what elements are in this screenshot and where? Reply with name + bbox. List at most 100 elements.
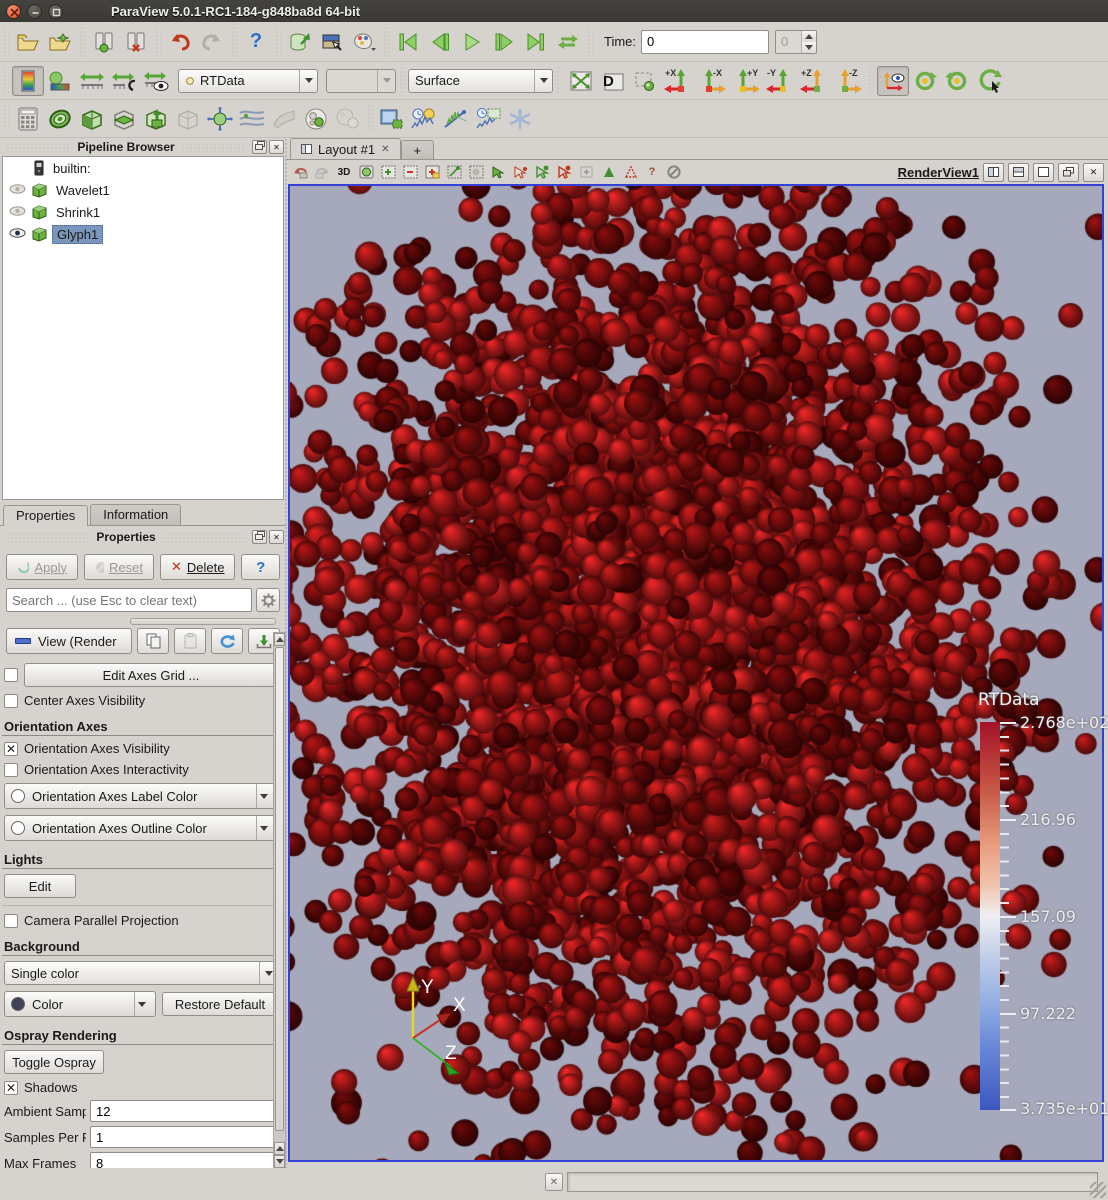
rescale-to-custom-range-button[interactable] [108, 66, 140, 96]
pipeline-item-shrink1[interactable]: Shrink1 [3, 201, 283, 223]
time-value-input[interactable] [641, 29, 770, 54]
select-cells-on-button[interactable] [378, 163, 398, 181]
paste-properties-button[interactable] [174, 628, 206, 654]
load-data-button[interactable] [284, 27, 316, 57]
reset-camera-closest-button[interactable]: D [597, 66, 629, 96]
hover-cells-tooltip-button[interactable] [620, 163, 640, 181]
first-frame-button[interactable] [392, 27, 424, 57]
glyph-filter-button[interactable] [204, 104, 236, 134]
clip-filter-button[interactable] [76, 104, 108, 134]
help-button[interactable]: ? [240, 27, 272, 57]
split-horizontal-button[interactable] [983, 162, 1004, 182]
undock-button[interactable] [252, 530, 268, 544]
warp-filter-button[interactable] [268, 104, 300, 134]
samples-per-pixel-input[interactable] [90, 1126, 278, 1148]
resize-grip[interactable] [1090, 1182, 1106, 1198]
search-input[interactable] [6, 588, 252, 612]
select-cells-through-button[interactable] [422, 163, 442, 181]
slice-filter-button[interactable] [108, 104, 140, 134]
view-plus-x-button[interactable]: +X [661, 66, 695, 96]
grow-selection-button[interactable] [576, 163, 596, 181]
pipeline-item-glyph1[interactable]: Glyph1 [3, 223, 283, 245]
select-block-button[interactable] [466, 163, 486, 181]
rescale-to-data-range-button[interactable] [76, 66, 108, 96]
selection-query-button[interactable]: ? [642, 163, 662, 181]
interactive-select-tooltip-button[interactable] [598, 163, 618, 181]
view-section-combo[interactable]: View (Render [6, 628, 132, 654]
rotate-camera-button[interactable] [973, 66, 1005, 96]
close-tab-icon[interactable]: ✕ [381, 144, 389, 155]
dock-grip[interactable] [6, 532, 91, 542]
render-viewport[interactable]: RTData 2.768e+02 216.96 157.09 97.222 3.… [288, 184, 1108, 1162]
new-layout-tab-button[interactable]: + [400, 140, 435, 159]
pipeline-item-label[interactable]: Wavelet1 [52, 182, 114, 199]
camera-redo-button[interactable] [312, 163, 332, 181]
pipeline-browser[interactable]: builtin: Wavelet1 Shrink1 Glyph1 [2, 156, 284, 500]
undock-button[interactable] [252, 140, 267, 154]
rescale-to-visible-range-button[interactable] [140, 66, 172, 96]
orientation-axes-label-color-button[interactable]: Orientation Axes Label Color [4, 783, 278, 809]
visibility-eye-icon[interactable] [9, 183, 27, 198]
dock-grip[interactable] [161, 532, 247, 542]
frame-spinbox[interactable] [775, 29, 818, 54]
pipeline-item-label[interactable]: Shrink1 [52, 204, 104, 221]
probe-location-button[interactable] [472, 104, 504, 134]
layout-tab[interactable]: Layout #1 ✕ [290, 138, 401, 159]
edit-color-map-button[interactable] [44, 66, 76, 96]
play-button[interactable] [456, 27, 488, 57]
calculator-filter-button[interactable] [12, 104, 44, 134]
dropdown-icon[interactable] [256, 784, 271, 808]
loop-button[interactable] [552, 27, 584, 57]
orientation-axes-interactivity-checkbox[interactable] [4, 762, 18, 777]
disconnect-server-button[interactable] [120, 27, 152, 57]
color-palette-button[interactable] [348, 27, 380, 57]
previous-frame-button[interactable] [424, 27, 456, 57]
spin-up-icon[interactable] [802, 30, 817, 42]
spin-down-icon[interactable] [802, 41, 817, 53]
colorbar[interactable] [980, 722, 1000, 1110]
toggle-color-legend-button[interactable] [12, 65, 44, 96]
plot-over-time-button[interactable] [408, 104, 440, 134]
show-orientation-axes-button[interactable] [877, 65, 909, 96]
render-view-title[interactable]: RenderView1 [898, 165, 979, 180]
ambient-samples-input[interactable] [90, 1100, 278, 1122]
adjust-camera-button[interactable] [356, 163, 376, 181]
zoom-to-data-button[interactable] [629, 66, 661, 96]
connect-server-button[interactable] [88, 27, 120, 57]
extract-subset-button[interactable] [172, 104, 204, 134]
stream-tracer-button[interactable] [236, 104, 268, 134]
camera-undo-button[interactable] [290, 163, 310, 181]
color-by-array-combo[interactable]: RTData [178, 68, 318, 93]
visibility-eye-icon[interactable] [9, 205, 27, 220]
toolbar-handle[interactable] [3, 104, 9, 133]
reset-button[interactable]: Reset [84, 554, 154, 580]
view-minus-y-button[interactable]: -Y [763, 66, 797, 96]
dropdown-icon[interactable] [256, 816, 271, 840]
reset-camera-button[interactable] [565, 66, 597, 96]
open-file-button[interactable] [12, 27, 44, 57]
orientation-axes-visibility-checkbox[interactable]: ✕ [4, 741, 18, 756]
view-plus-z-button[interactable]: +Z [797, 66, 831, 96]
combo-dropdown-icon[interactable] [299, 69, 317, 92]
reload-properties-button[interactable] [211, 628, 243, 654]
tab-information[interactable]: Information [90, 504, 182, 525]
threshold-filter-button[interactable] [140, 104, 172, 134]
hover-cells-button[interactable] [532, 163, 552, 181]
rotate-90-cw-button[interactable] [909, 66, 941, 96]
combo-dropdown-icon[interactable] [534, 69, 552, 92]
toolbar-handle[interactable] [3, 66, 9, 95]
dropdown-icon[interactable] [134, 992, 149, 1016]
lights-edit-button[interactable]: Edit [4, 874, 76, 898]
toggle-ospray-button[interactable]: Toggle Ospray [4, 1050, 104, 1074]
undo-button[interactable] [164, 27, 196, 57]
pipeline-item-label[interactable]: Glyph1 [52, 224, 104, 244]
dock-grip[interactable] [180, 142, 246, 152]
dock-grip[interactable] [6, 142, 72, 152]
restore-default-button[interactable]: Restore Default [162, 992, 278, 1016]
apply-button[interactable]: Apply [6, 554, 78, 580]
colorbar-title[interactable]: RTData [978, 690, 1040, 710]
close-view-button[interactable]: ✕ [1083, 162, 1104, 182]
center-axes-visibility-checkbox[interactable] [4, 693, 18, 708]
axes-grid-checkbox[interactable] [4, 668, 18, 682]
search-options-button[interactable] [256, 588, 280, 612]
